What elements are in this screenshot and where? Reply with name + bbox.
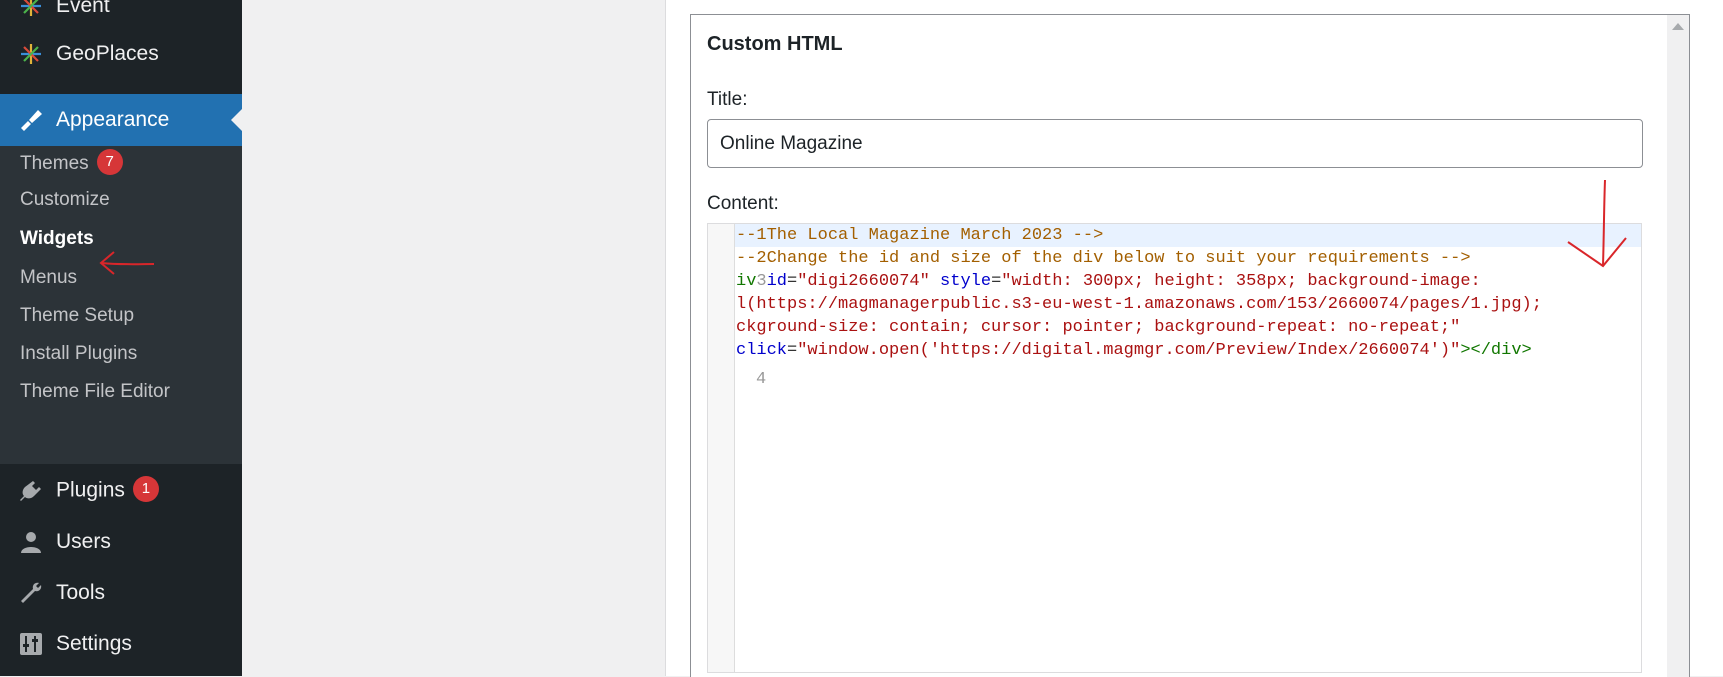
code-gutter [708,224,735,672]
user-icon [16,527,46,557]
code-line-1: --1The Local Magazine March 2023 --> [736,224,1103,247]
line-prefix: --1 [736,226,767,245]
current-menu-notch [231,109,242,131]
sidebar-item-label: Event [56,0,110,17]
code-text: The Local Magazine March 2023 --> [766,226,1104,245]
code-attr: id [766,272,788,291]
wrench-icon [16,578,46,608]
submenu-item-theme-file-editor[interactable]: Theme File Editor [20,381,170,403]
submenu-item-customize[interactable]: Customize [20,189,110,211]
plugins-update-badge: 1 [132,476,159,502]
code-text: Change the id and size of the div below … [766,249,1471,268]
sidebar-item-tools[interactable]: Tools [0,575,242,611]
admin-sidebar: Event GeoPlaces Appearance Themes 7 Custo… [0,0,242,676]
paintbrush-icon [16,105,46,135]
code-string: "width: 300px; height: 358px; background… [1001,272,1481,291]
submenu-item-widgets[interactable]: Widgets [20,228,94,250]
code-eq: = [787,272,798,291]
widget-title: Custom HTML [707,33,843,55]
title-input[interactable] [707,119,1643,168]
geoplaces-star-icon [16,39,46,69]
sidebar-item-label: Settings [56,632,132,655]
code-tag: </div> [1470,341,1532,360]
sidebar-item-label: Appearance [56,108,170,131]
custom-html-widget: Custom HTML Title: Content: --1The Local… [690,14,1690,677]
code-line-3: iv3id="digi2660074" style="width: 300px;… [736,270,1481,293]
code-attr: style [940,272,992,291]
line-number: 3 [756,272,767,291]
code-line-3-wrap-2: ckground-size: contain; cursor: pointer;… [736,318,1461,337]
settings-sliders-icon [16,629,46,659]
sidebar-item-label: Tools [56,581,106,604]
sidebar-item-event[interactable]: Event [0,0,242,24]
code-string: "digi2660074" [797,272,930,291]
sidebar-item-label: Plugins 1 [56,476,159,504]
themes-update-badge: 7 [96,149,123,175]
code-eq: = [787,341,798,360]
plug-icon [16,476,46,506]
submenu-item-install-plugins[interactable]: Install Plugins [20,343,137,365]
code-editor[interactable]: --1The Local Magazine March 2023 --> --2… [707,223,1642,673]
code-line-2: --2Change the id and size of the div bel… [736,247,1471,270]
submenu-item-menus[interactable]: Menus [20,267,77,289]
plugins-label: Plugins [56,478,125,502]
panel-scrollbar[interactable] [1667,15,1689,677]
appearance-submenu: Themes 7 Customize Widgets Menus Theme Se… [0,146,242,464]
submenu-label: Themes [20,153,89,175]
content-label: Content: [707,193,779,214]
submenu-item-theme-setup[interactable]: Theme Setup [20,305,134,327]
code-tag: > [1460,341,1471,360]
code-string: "window.open('https://digital.magmgr.com… [797,341,1461,360]
code-attr: click [736,341,788,360]
sidebar-item-label: Users [56,530,111,553]
code-eq: = [991,272,1002,291]
code-line-3-wrap-3: click="window.open('https://digital.magm… [736,339,1532,362]
sidebar-item-plugins[interactable]: Plugins 1 [0,473,242,509]
line-number-4: 4 [756,370,767,389]
sidebar-item-geoplaces[interactable]: GeoPlaces [0,36,242,72]
title-label: Title: [707,89,748,110]
sidebar-item-settings[interactable]: Settings [0,626,242,662]
sidebar-item-label: GeoPlaces [56,42,159,65]
line-prefix: --2 [736,249,767,268]
event-star-icon [16,0,46,21]
code-line-3-wrap-1: l(https://magmanagerpublic.s3-eu-west-1.… [736,295,1542,314]
scroll-up-arrow-icon[interactable] [1672,23,1684,30]
sidebar-item-users[interactable]: Users [0,524,242,560]
code-tag: iv [736,272,757,291]
submenu-item-themes[interactable]: Themes 7 [20,149,123,177]
sidebar-item-appearance[interactable]: Appearance [0,94,242,146]
